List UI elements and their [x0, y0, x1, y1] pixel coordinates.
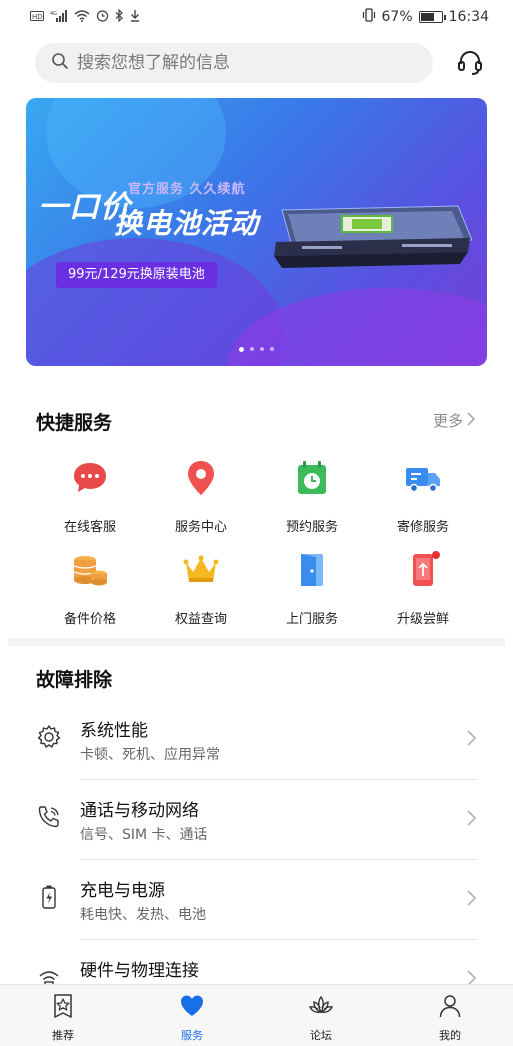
nav-tab-recommend[interactable]: 推荐	[23, 993, 103, 1043]
service-label: 备件价格	[63, 612, 116, 627]
signal-4g-icon: 4G	[50, 9, 68, 25]
banner-price-tag: 99元/129元换原装电池	[56, 262, 217, 288]
search-input[interactable]	[77, 53, 397, 73]
banner-title-line2: 换电池活动	[114, 207, 260, 240]
alarm-icon	[96, 9, 109, 25]
service-label: 服务中心	[174, 520, 227, 535]
troubleshoot-desc: 耗电快、发热、电池	[80, 907, 206, 923]
battery-level-fill	[420, 13, 434, 21]
vibrate-icon	[362, 8, 376, 26]
promo-banner[interactable]: 一口价 官方服务 久久续航 换电池活动 99元/129元换原装电池	[26, 98, 487, 366]
svg-text:4G: 4G	[50, 11, 57, 17]
lotus-icon	[308, 995, 334, 1014]
bluetooth-icon	[115, 8, 124, 25]
status-icons-left: HD 4G	[30, 8, 140, 25]
troubleshoot-desc: 卡顿、死机、应用异常	[80, 747, 220, 763]
troubleshoot-title: 硬件与物理连接	[80, 961, 199, 981]
notification-dot	[432, 551, 440, 559]
service-appointment[interactable]: 预约服务	[257, 458, 367, 535]
battery-charge-icon	[42, 885, 56, 909]
section-divider	[8, 638, 505, 646]
status-bar: HD 4G 67% 16:34	[0, 0, 513, 34]
crown-icon	[183, 555, 219, 582]
nav-label: 论坛	[310, 1029, 332, 1042]
service-label: 寄修服务	[396, 520, 449, 535]
bottom-navigation: 推荐 服务 论坛 我的	[0, 984, 513, 1046]
troubleshoot-title: 充电与电源	[80, 881, 165, 901]
heart-icon	[181, 995, 203, 1016]
wifi-icon	[74, 9, 90, 25]
door-icon	[301, 554, 323, 586]
troubleshoot-title: 系统性能	[80, 721, 148, 741]
troubleshoot-item-charging-power[interactable]: 充电与电源 耗电快、发热、电池	[0, 860, 513, 940]
phone-upgrade-icon	[413, 551, 440, 586]
banner-pagination-dots[interactable]	[26, 347, 487, 352]
quick-services-more-link[interactable]: 更多	[433, 410, 475, 431]
chevron-right-icon	[467, 730, 477, 746]
service-label: 权益查询	[174, 612, 227, 627]
download-icon	[130, 9, 140, 25]
nav-tab-mine[interactable]: 我的	[410, 993, 490, 1043]
pagination-dot[interactable]	[239, 347, 244, 352]
pagination-dot[interactable]	[270, 347, 274, 351]
troubleshooting-title: 故障排除	[36, 669, 113, 691]
nav-label: 服务	[181, 1029, 203, 1042]
service-online-support[interactable]: 在线客服	[35, 458, 145, 535]
service-label: 预约服务	[285, 520, 338, 535]
nav-label: 我的	[439, 1029, 461, 1042]
nav-label: 推荐	[52, 1029, 74, 1042]
pagination-dot[interactable]	[260, 347, 264, 351]
troubleshoot-item-system-performance[interactable]: 系统性能 卡顿、死机、应用异常	[0, 700, 513, 780]
service-label: 在线客服	[63, 520, 116, 535]
quick-services-title: 快捷服务	[36, 412, 113, 434]
nav-tab-service[interactable]: 服务	[152, 993, 232, 1043]
chevron-right-icon	[467, 412, 475, 430]
service-home-visit[interactable]: 上门服务	[257, 550, 367, 627]
battery-icon	[418, 11, 446, 23]
search-row	[35, 42, 485, 84]
troubleshoot-desc: 信号、SIM 卡、通话	[80, 827, 208, 843]
pagination-dot[interactable]	[250, 347, 254, 351]
service-upgrade-preview[interactable]: 升级尝鲜	[368, 550, 478, 627]
phone-battery-illustration	[274, 205, 473, 268]
clock-time: 16:34	[448, 9, 489, 25]
battery-percent: 67%	[381, 9, 413, 25]
more-label: 更多	[432, 412, 463, 430]
customer-service-headset-icon[interactable]	[455, 48, 485, 78]
service-mail-in-repair[interactable]: 寄修服务	[368, 458, 478, 535]
status-icons-right: 67% 16:34	[362, 8, 489, 26]
service-parts-price[interactable]: 备件价格	[35, 550, 145, 627]
service-label: 升级尝鲜	[396, 612, 449, 627]
search-icon	[51, 52, 69, 74]
gear-icon	[37, 725, 61, 748]
coins-icon	[73, 556, 107, 586]
star-badge-icon	[54, 994, 72, 1018]
service-benefits-query[interactable]: 权益查询	[146, 550, 256, 627]
service-label: 上门服务	[285, 612, 338, 627]
service-page: HD 4G 67% 16:34 搜索您想了解的信息 一口价 官方服务 久久续航 …	[0, 0, 513, 1046]
banner-subtitle: 官方服务 久久续航	[128, 182, 246, 197]
troubleshoot-title: 通话与移动网络	[80, 801, 199, 821]
calendar-clock-icon	[298, 461, 326, 494]
troubleshoot-item-calls-network[interactable]: 通话与移动网络 信号、SIM 卡、通话	[0, 780, 513, 860]
search-bar[interactable]	[35, 43, 433, 83]
svg-text:HD: HD	[32, 13, 43, 21]
chevron-right-icon	[467, 890, 477, 906]
location-pin-icon	[188, 461, 214, 495]
nav-tab-forum[interactable]: 论坛	[281, 993, 361, 1043]
delivery-truck-icon	[406, 468, 440, 493]
hd-icon: HD	[30, 10, 44, 24]
service-service-center[interactable]: 服务中心	[146, 458, 256, 535]
phone-call-icon	[38, 806, 59, 828]
person-icon	[439, 995, 461, 1018]
chevron-right-icon	[467, 810, 477, 826]
chat-bubble-icon	[74, 463, 106, 492]
